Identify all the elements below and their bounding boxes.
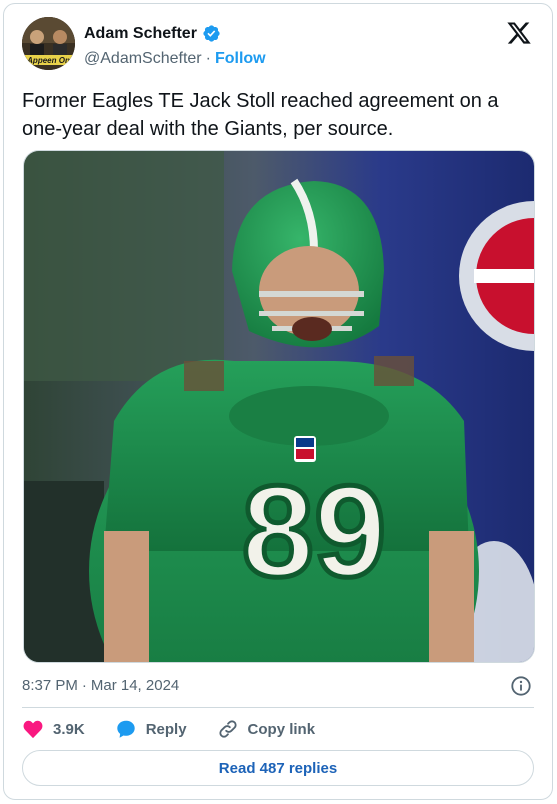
x-logo-icon[interactable]	[506, 20, 532, 46]
tweet-card: Appeen On Adam Schefter @AdamSchefter · …	[3, 3, 553, 800]
tweet-text: Former Eagles TE Jack Stoll reached agre…	[22, 90, 499, 140]
reply-button[interactable]: Reply	[115, 718, 187, 740]
info-icon[interactable]	[510, 675, 532, 697]
like-button[interactable]: 3.9K	[22, 718, 85, 740]
name-row: Adam Schefter	[84, 24, 221, 43]
reply-bubble-icon	[116, 720, 135, 738]
handle-row: @AdamSchefter · Follow	[84, 50, 266, 68]
timestamp-row[interactable]: 8:37 PM · Mar 14, 2024	[22, 677, 179, 694]
reply-label: Reply	[145, 720, 187, 738]
timestamp-separator: ·	[81, 677, 87, 694]
avatar-label: Appeen On	[26, 56, 70, 65]
heart-icon	[23, 720, 43, 739]
display-name[interactable]: Adam Schefter	[84, 25, 197, 43]
read-replies-button[interactable]: Read 487 replies	[22, 750, 534, 786]
divider	[22, 707, 534, 708]
tweet-time: 8:37 PM	[22, 677, 78, 694]
follow-button[interactable]: Follow	[215, 50, 266, 68]
link-icon	[218, 720, 237, 738]
copy-link-label: Copy link	[247, 720, 316, 738]
copy-link-button[interactable]: Copy link	[217, 718, 316, 740]
tweet-date: Mar 14, 2024	[90, 677, 180, 694]
avatar[interactable]: Appeen On	[22, 17, 75, 70]
verified-badge-icon	[203, 25, 220, 42]
author-handle[interactable]: @AdamSchefter	[84, 50, 202, 68]
handle-separator: ·	[205, 50, 211, 67]
likes-count: 3.9K	[53, 720, 85, 738]
tweet-photo[interactable]: 89	[23, 150, 535, 663]
jersey-number: 89	[242, 458, 387, 604]
action-bar: 3.9K Reply Copy link	[22, 718, 315, 740]
